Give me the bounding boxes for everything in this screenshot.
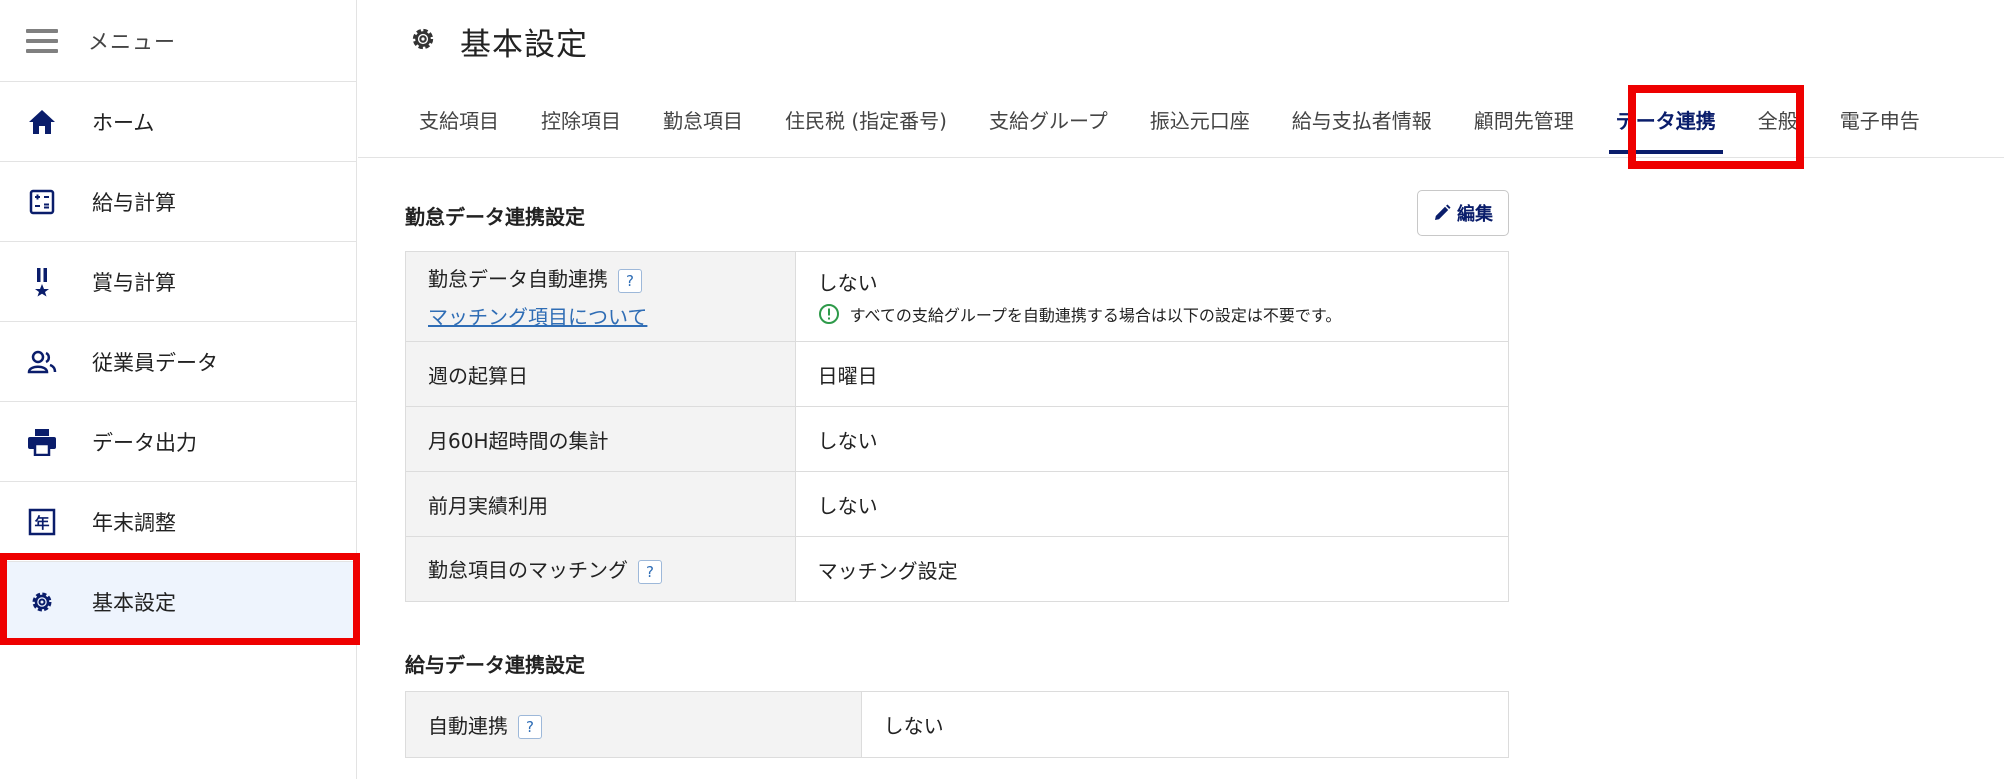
edit-button[interactable]: 編集 bbox=[1417, 190, 1509, 236]
tab-resident-tax[interactable]: 住民税 (指定番号) bbox=[764, 82, 968, 158]
main-content: 基本設定 支給項目 控除項目 勤怠項目 住民税 (指定番号) 支給グループ 振込… bbox=[358, 0, 2004, 779]
overtime-label: 月60H超時間の集計 bbox=[405, 406, 796, 472]
gear-icon bbox=[408, 24, 438, 58]
table-row: 勤怠項目のマッチング? マッチング設定 bbox=[405, 536, 1510, 602]
settings-tabs: 支給項目 控除項目 勤怠項目 住民税 (指定番号) 支給グループ 振込元口座 給… bbox=[358, 82, 2004, 158]
sidebar-item-year-end[interactable]: 年 年末調整 bbox=[0, 482, 356, 562]
auto-link-note: すべての支給グループを自動連携する場合は以下の設定は不要です。 bbox=[818, 302, 1508, 326]
table-row: 週の起算日 日曜日 bbox=[405, 341, 1510, 407]
tab-data-integration[interactable]: データ連携 bbox=[1595, 82, 1737, 158]
week-start-label: 週の起算日 bbox=[405, 341, 796, 407]
matching-label: 勤怠項目のマッチング bbox=[428, 558, 628, 583]
tab-deduction-items[interactable]: 控除項目 bbox=[520, 82, 642, 158]
sidebar-item-label: 基本設定 bbox=[92, 590, 176, 615]
pencil-icon bbox=[1435, 204, 1451, 220]
sidebar-item-label: ホーム bbox=[92, 110, 155, 135]
sidebar-item-label: 賞与計算 bbox=[92, 270, 176, 295]
home-icon bbox=[26, 106, 58, 138]
row-value: しない すべての支給グループを自動連携する場合は以下の設定は不要です。 bbox=[794, 251, 1510, 342]
tab-payer-info[interactable]: 給与支払者情報 bbox=[1271, 82, 1453, 158]
payroll-section-title: 給与データ連携設定 bbox=[405, 653, 585, 677]
calculator-icon bbox=[26, 186, 58, 218]
prev-month-label: 前月実績利用 bbox=[405, 471, 796, 537]
sidebar-item-label: 従業員データ bbox=[92, 350, 218, 375]
sidebar-item-home[interactable]: ホーム bbox=[0, 82, 356, 162]
tab-general[interactable]: 全般 bbox=[1737, 82, 1819, 158]
auto-link-value: しない bbox=[817, 271, 878, 295]
auto-link-note-text: すべての支給グループを自動連携する場合は以下の設定は不要です。 bbox=[849, 306, 1342, 325]
year-icon-glyph: 年 bbox=[34, 514, 49, 532]
medal-icon bbox=[26, 266, 58, 298]
help-icon[interactable]: ? bbox=[518, 715, 542, 740]
tab-transfer-account[interactable]: 振込元口座 bbox=[1129, 82, 1271, 158]
auto-link-label: 勤怠データ自動連携 bbox=[428, 267, 608, 292]
sidebar-item-label: 給与計算 bbox=[92, 190, 176, 215]
tab-attendance-items[interactable]: 勤怠項目 bbox=[642, 82, 764, 158]
gear-icon bbox=[26, 586, 58, 618]
table-row: 月60H超時間の集計 しない bbox=[405, 406, 1510, 472]
prev-month-value: しない bbox=[794, 471, 1510, 537]
tab-payment-group[interactable]: 支給グループ bbox=[968, 82, 1129, 158]
info-circle-icon bbox=[818, 304, 839, 324]
menu-label: メニュー bbox=[88, 29, 176, 54]
sidebar-item-payroll[interactable]: 給与計算 bbox=[0, 162, 356, 242]
row-label: 勤怠項目のマッチング? bbox=[405, 536, 796, 602]
table-row: 勤怠データ自動連携? マッチング項目について しない すべての支給グループを自動… bbox=[405, 251, 1510, 342]
payroll-auto-link-label: 自動連携 bbox=[428, 713, 508, 738]
help-icon[interactable]: ? bbox=[618, 268, 642, 293]
matching-value: マッチング設定 bbox=[794, 536, 1510, 602]
week-start-value: 日曜日 bbox=[794, 341, 1510, 407]
row-label: 勤怠データ自動連携? マッチング項目について bbox=[405, 251, 796, 342]
menu-toggle[interactable]: メニュー bbox=[0, 0, 356, 82]
overtime-value: しない bbox=[794, 406, 1510, 472]
page-title: 基本設定 bbox=[460, 26, 588, 63]
printer-icon bbox=[26, 426, 58, 458]
sidebar-item-employees[interactable]: 従業員データ bbox=[0, 322, 356, 402]
sidebar-item-settings[interactable]: 基本設定 bbox=[0, 562, 356, 642]
payroll-settings-table: 自動連携? しない bbox=[405, 691, 1510, 758]
matching-items-link[interactable]: マッチング項目について bbox=[428, 305, 647, 329]
tab-e-filing[interactable]: 電子申告 bbox=[1819, 82, 1941, 158]
tab-payment-items[interactable]: 支給項目 bbox=[398, 82, 520, 158]
sidebar-item-export[interactable]: データ出力 bbox=[0, 402, 356, 482]
tab-client-management[interactable]: 顧問先管理 bbox=[1453, 82, 1595, 158]
help-icon[interactable]: ? bbox=[638, 559, 662, 584]
page-header: 基本設定 bbox=[358, 0, 2004, 82]
sidebar: メニュー ホーム 給与計算 賞与計算 従業員データ データ出力 年 年末調整 基… bbox=[0, 0, 357, 779]
attendance-section-title: 勤怠データ連携設定 bbox=[405, 205, 585, 229]
row-label: 自動連携? bbox=[405, 691, 862, 758]
table-row: 前月実績利用 しない bbox=[405, 471, 1510, 537]
payroll-auto-link-value: しない bbox=[860, 691, 1510, 758]
sidebar-item-label: データ出力 bbox=[92, 430, 197, 455]
attendance-settings-table: 勤怠データ自動連携? マッチング項目について しない すべての支給グループを自動… bbox=[405, 251, 1510, 602]
hamburger-icon[interactable] bbox=[26, 28, 58, 53]
table-row: 自動連携? しない bbox=[405, 691, 1510, 758]
year-icon: 年 bbox=[26, 506, 58, 538]
sidebar-item-label: 年末調整 bbox=[92, 510, 176, 535]
edit-button-label: 編集 bbox=[1457, 204, 1493, 225]
sidebar-item-bonus[interactable]: 賞与計算 bbox=[0, 242, 356, 322]
people-icon bbox=[26, 346, 58, 378]
